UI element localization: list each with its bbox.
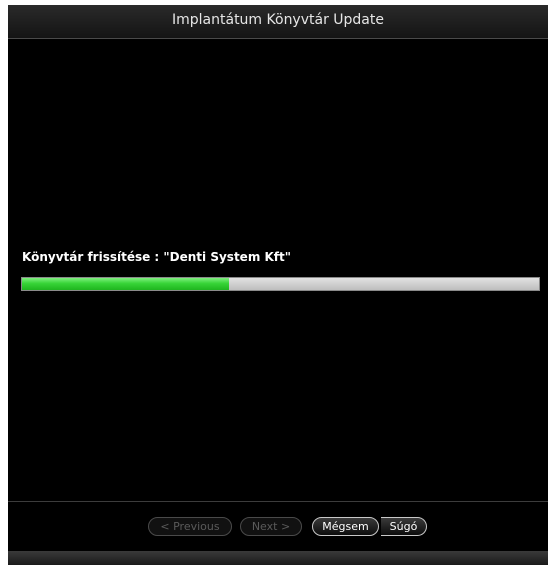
next-button[interactable]: Next > <box>240 517 302 536</box>
cancel-button[interactable]: Mégsem <box>312 517 379 536</box>
progress-bar <box>21 277 540 291</box>
status-text: Könyvtár frissítése : "Denti System Kft" <box>22 250 292 264</box>
progress-bar-fill <box>22 278 229 290</box>
title-bar: Implantátum Könyvtár Update <box>8 5 548 39</box>
button-bar: < Previous Next > Mégsem Súgó <box>8 501 548 551</box>
content-area: Könyvtár frissítése : "Denti System Kft" <box>8 39 548 501</box>
window-title: Implantátum Könyvtár Update <box>172 12 384 28</box>
update-window: Implantátum Könyvtár Update Könyvtár fri… <box>0 0 548 565</box>
window-bottom-edge <box>8 551 548 565</box>
previous-button[interactable]: < Previous <box>148 517 232 536</box>
help-button[interactable]: Súgó <box>381 517 427 536</box>
